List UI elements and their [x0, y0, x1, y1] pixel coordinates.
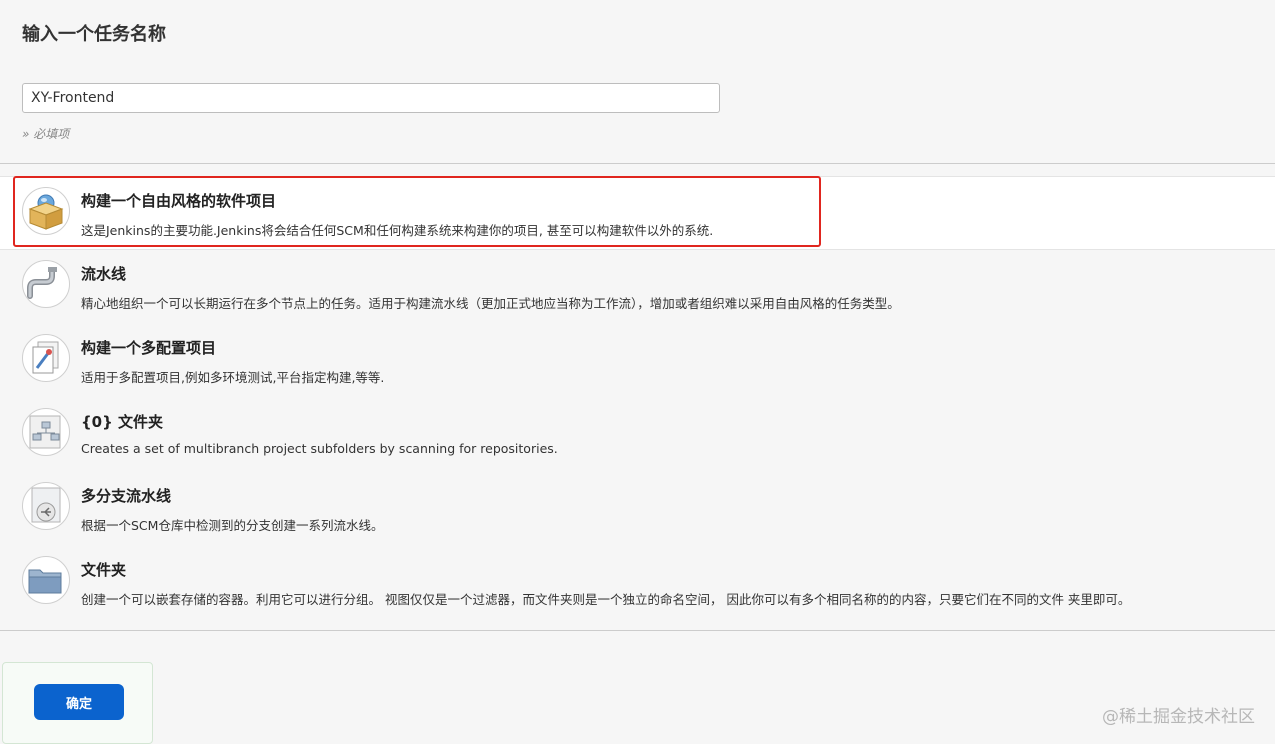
- ok-button[interactable]: 确定: [34, 684, 124, 720]
- footer-panel: 确定: [2, 662, 153, 744]
- job-type-label: 构建一个自由风格的软件项目: [81, 192, 277, 210]
- divider: [0, 630, 1275, 631]
- job-type-description: 这是Jenkins的主要功能.Jenkins将会结合任何SCM和任何构建系统来构…: [81, 223, 714, 238]
- item-name-input[interactable]: [22, 83, 720, 113]
- job-type-description: Creates a set of multibranch project sub…: [81, 441, 558, 456]
- job-type-multi-config[interactable]: 构建一个多配置项目 适用于多配置项目,例如多环境测试,平台指定构建,等等.: [0, 324, 1275, 398]
- job-type-description: 精心地组织一个可以长期运行在多个节点上的任务。适用于构建流水线（更加正式地应当称…: [81, 296, 900, 311]
- job-type-label: 多分支流水线: [81, 487, 172, 505]
- job-type-label: 流水线: [81, 265, 127, 283]
- job-type-description: 创建一个可以嵌套存储的容器。利用它可以进行分组。 视图仅仅是一个过滤器，而文件夹…: [81, 592, 1131, 607]
- job-type-description: 根据一个SCM仓库中检测到的分支创建一系列流水线。: [81, 518, 384, 533]
- multi-config-icon: [22, 334, 70, 382]
- watermark: @稀土掘金技术社区: [1102, 707, 1255, 727]
- multibranch-icon: [22, 482, 70, 530]
- job-type-label: {0} 文件夹: [81, 413, 164, 431]
- job-type-label: 构建一个多配置项目: [81, 339, 217, 357]
- freestyle-box-icon: [22, 187, 70, 235]
- divider: [0, 163, 1275, 164]
- job-type-multibranch[interactable]: 多分支流水线 根据一个SCM仓库中检测到的分支创建一系列流水线。: [0, 472, 1275, 546]
- folder-icon: [22, 556, 70, 604]
- required-hint: » 必填项: [22, 127, 70, 141]
- job-type-freestyle[interactable]: 构建一个自由风格的软件项目 这是Jenkins的主要功能.Jenkins将会结合…: [0, 176, 1275, 250]
- job-type-folder[interactable]: 文件夹 创建一个可以嵌套存储的容器。利用它可以进行分组。 视图仅仅是一个过滤器，…: [0, 546, 1275, 620]
- job-type-pipeline[interactable]: 流水线 精心地组织一个可以长期运行在多个节点上的任务。适用于构建流水线（更加正式…: [0, 250, 1275, 324]
- pipeline-icon: [22, 260, 70, 308]
- job-type-label: 文件夹: [81, 561, 127, 579]
- job-type-org-folder[interactable]: {0} 文件夹 Creates a set of multibranch pro…: [0, 398, 1275, 472]
- job-type-description: 适用于多配置项目,例如多环境测试,平台指定构建,等等.: [81, 370, 385, 385]
- org-folder-icon: [22, 408, 70, 456]
- page-title: 输入一个任务名称: [22, 24, 166, 45]
- job-type-list: 构建一个自由风格的软件项目 这是Jenkins的主要功能.Jenkins将会结合…: [0, 176, 1275, 620]
